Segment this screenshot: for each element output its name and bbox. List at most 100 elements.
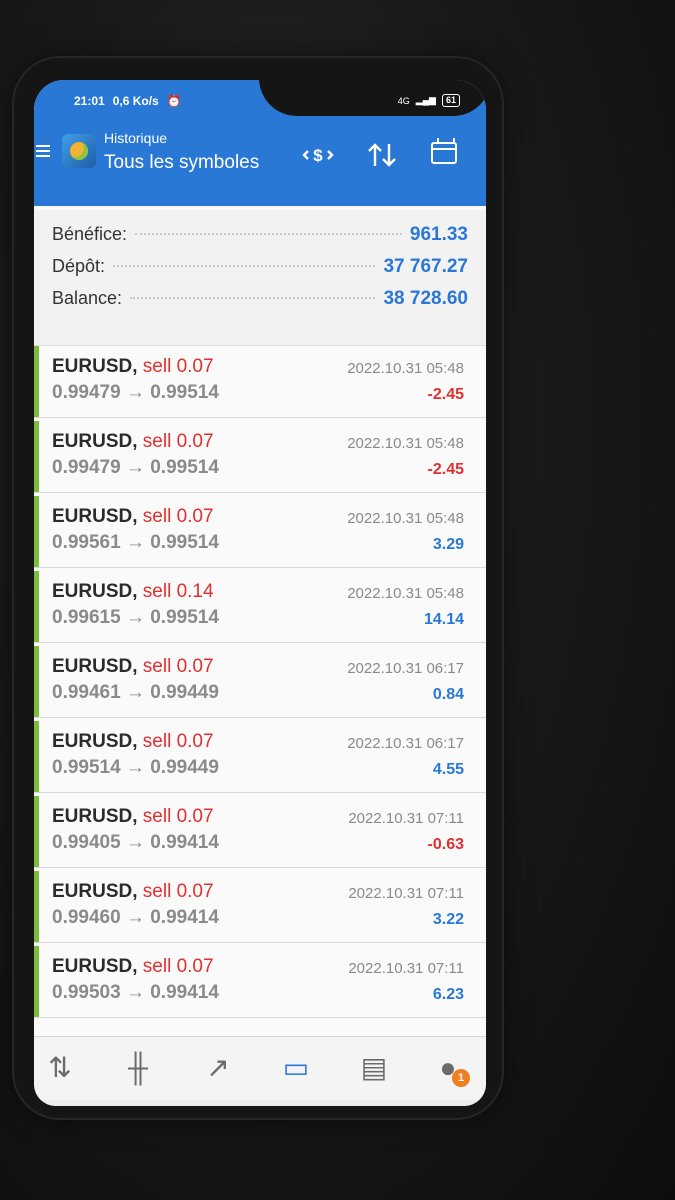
trade-prices: 0.99461 → 0.99449 (52, 682, 219, 703)
account-summary: Bénéfice: 961.33 Dépôt: 37 767.27 Balanc… (34, 210, 486, 346)
trade-symbol: EURUSD, sell 0.07 (52, 881, 214, 902)
bottom-navigation: ⇅ ╫ ↗ ▭ ▤ ● 1 (34, 1036, 486, 1101)
svg-text:$: $ (313, 146, 323, 165)
deposit-filter-icon[interactable]: $ (302, 142, 334, 174)
sell-indicator-bar (34, 721, 39, 792)
trade-profit: 3.22 (432, 911, 464, 928)
trade-row[interactable]: EURUSD, sell 0.07 0.99479 → 0.99514 2022.1… (34, 346, 486, 418)
trade-prices: 0.99615 → 0.99514 (52, 607, 219, 628)
status-time: 21:01 (74, 94, 105, 108)
trade-date: 2022.10.31 07:11 (348, 810, 464, 827)
trade-row[interactable]: EURUSD, sell 0.07 0.99561 → 0.99514 2022.1… (34, 496, 486, 568)
trade-prices: 0.99479 → 0.99514 (52, 382, 219, 403)
chat-icon[interactable]: ● 1 (430, 1051, 470, 1087)
signal-icon: ▂▄▆ (415, 95, 436, 105)
trade-side: sell 0.07 (142, 356, 214, 377)
chart-icon[interactable]: ╫ (120, 1051, 156, 1085)
history-icon[interactable]: ▭ (278, 1051, 314, 1085)
trade-row[interactable]: EURUSD, sell 0.07 0.99479 → 0.99514 2022.1… (34, 421, 486, 493)
sort-icon[interactable] (366, 142, 398, 174)
trade-date: 2022.10.31 07:11 (348, 960, 464, 977)
alarm-icon: ⏰ (166, 94, 182, 108)
dotted-leader (113, 265, 376, 267)
trade-row[interactable]: EURUSD, sell 0.07 0.99461 → 0.99449 2022.1… (34, 646, 486, 718)
symbol-filter-title[interactable]: Tous les symboles (104, 152, 259, 174)
trade-date: 2022.10.31 07:11 (348, 885, 464, 902)
trade-symbol: EURUSD, sell 0.14 (52, 581, 214, 602)
trade-side: sell 0.07 (142, 806, 214, 827)
sell-indicator-bar (34, 946, 39, 1017)
status-bar: 21:01 0,6 Ko/s ⏰ (74, 94, 182, 108)
trade-row[interactable]: EURUSD, sell 0.07 0.99503 → 0.99414 2022.1… (34, 946, 486, 1018)
trade-profit: -2.45 (427, 386, 464, 403)
trade-side: sell 0.07 (142, 431, 214, 452)
trade-side: sell 0.07 (142, 956, 214, 977)
sell-indicator-bar (34, 421, 39, 492)
trade-date: 2022.10.31 05:48 (347, 585, 464, 602)
trade-prices: 0.99479 → 0.99514 (52, 457, 219, 478)
trade-row[interactable]: EURUSD, sell 0.07 0.99405 → 0.99414 2022.1… (34, 796, 486, 868)
sell-indicator-bar (34, 796, 39, 867)
trade-symbol: EURUSD, sell 0.07 (52, 356, 214, 377)
chat-unread-badge: 1 (452, 1069, 470, 1087)
quotes-icon[interactable]: ⇅ (42, 1051, 78, 1085)
balance-row: Balance: 38 728.60 (52, 288, 468, 310)
trade-symbol: EURUSD, sell 0.07 (52, 506, 214, 527)
deposit-value: 37 767.27 (383, 256, 468, 277)
trade-date: 2022.10.31 05:48 (347, 360, 464, 377)
trade-symbol: EURUSD, sell 0.07 (52, 806, 214, 827)
trade-date: 2022.10.31 06:17 (347, 660, 464, 677)
trade-prices: 0.99405 → 0.99414 (52, 832, 219, 853)
trade-row[interactable]: EURUSD, sell 0.14 0.99615 → 0.99514 2022.1… (34, 571, 486, 643)
news-icon[interactable]: ▤ (356, 1051, 392, 1085)
trade-profit: 6.23 (432, 986, 464, 1003)
trade-date: 2022.10.31 05:48 (347, 510, 464, 527)
dotted-leader (135, 233, 402, 235)
balance-label: Balance: (52, 288, 123, 308)
trade-profit: -2.45 (427, 461, 464, 478)
profit-value: 961.33 (409, 224, 468, 245)
sell-indicator-bar (34, 871, 39, 942)
page-subtitle: Historique (104, 130, 168, 146)
trade-symbol: EURUSD, sell 0.07 (52, 431, 214, 452)
trade-profit: 0.84 (432, 686, 464, 703)
trade-prices: 0.99561 → 0.99514 (52, 532, 219, 553)
sell-indicator-bar (34, 496, 39, 567)
trade-symbol: EURUSD, sell 0.07 (52, 731, 214, 752)
trade-date: 2022.10.31 05:48 (347, 435, 464, 452)
trade-side: sell 0.07 (142, 731, 214, 752)
trade-history-list: EURUSD, sell 0.07 0.99479 → 0.99514 2022.1… (34, 346, 486, 1036)
trade-row[interactable]: EURUSD, sell 0.07 0.99514 → 0.99449 2022.1… (34, 721, 486, 793)
trade-prices: 0.99514 → 0.99449 (52, 757, 219, 778)
phone-frame: 21:01 0,6 Ko/s ⏰ 4G ▂▄▆ 61 Historique To… (14, 58, 502, 1118)
trade-profit: 14.14 (423, 611, 464, 628)
deposit-label: Dépôt: (52, 256, 106, 276)
sell-indicator-bar (34, 571, 39, 642)
trade-prices: 0.99460 → 0.99414 (52, 907, 219, 928)
app-logo (62, 134, 96, 168)
trade-row[interactable]: EURUSD, sell 0.07 0.99460 → 0.99414 2022.1… (34, 871, 486, 943)
sell-indicator-bar (34, 646, 39, 717)
app-screen: 21:01 0,6 Ko/s ⏰ 4G ▂▄▆ 61 Historique To… (34, 80, 486, 1106)
menu-icon[interactable] (36, 142, 50, 160)
trade-side: sell 0.14 (142, 581, 214, 602)
trade-icon[interactable]: ↗ (200, 1051, 236, 1085)
dotted-leader (130, 297, 376, 299)
trade-date: 2022.10.31 06:17 (347, 735, 464, 752)
status-speed: 0,6 Ko/s (112, 94, 159, 108)
calendar-icon[interactable] (431, 138, 457, 164)
trade-prices: 0.99503 → 0.99414 (52, 982, 219, 1003)
status-indicators: 4G ▂▄▆ 61 (398, 94, 460, 107)
profit-row: Bénéfice: 961.33 (52, 224, 468, 246)
trade-side: sell 0.07 (142, 656, 214, 677)
app-header: 21:01 0,6 Ko/s ⏰ 4G ▂▄▆ 61 Historique To… (34, 80, 486, 206)
trade-profit: 3.29 (432, 536, 464, 553)
balance-value: 38 728.60 (383, 288, 468, 309)
sell-indicator-bar (34, 346, 39, 417)
network-label: 4G (397, 95, 410, 106)
deposit-row: Dépôt: 37 767.27 (52, 256, 468, 278)
profit-label: Bénéfice: (52, 224, 128, 244)
trade-side: sell 0.07 (142, 506, 214, 527)
trade-symbol: EURUSD, sell 0.07 (52, 956, 214, 977)
trade-profit: -0.63 (427, 836, 464, 853)
